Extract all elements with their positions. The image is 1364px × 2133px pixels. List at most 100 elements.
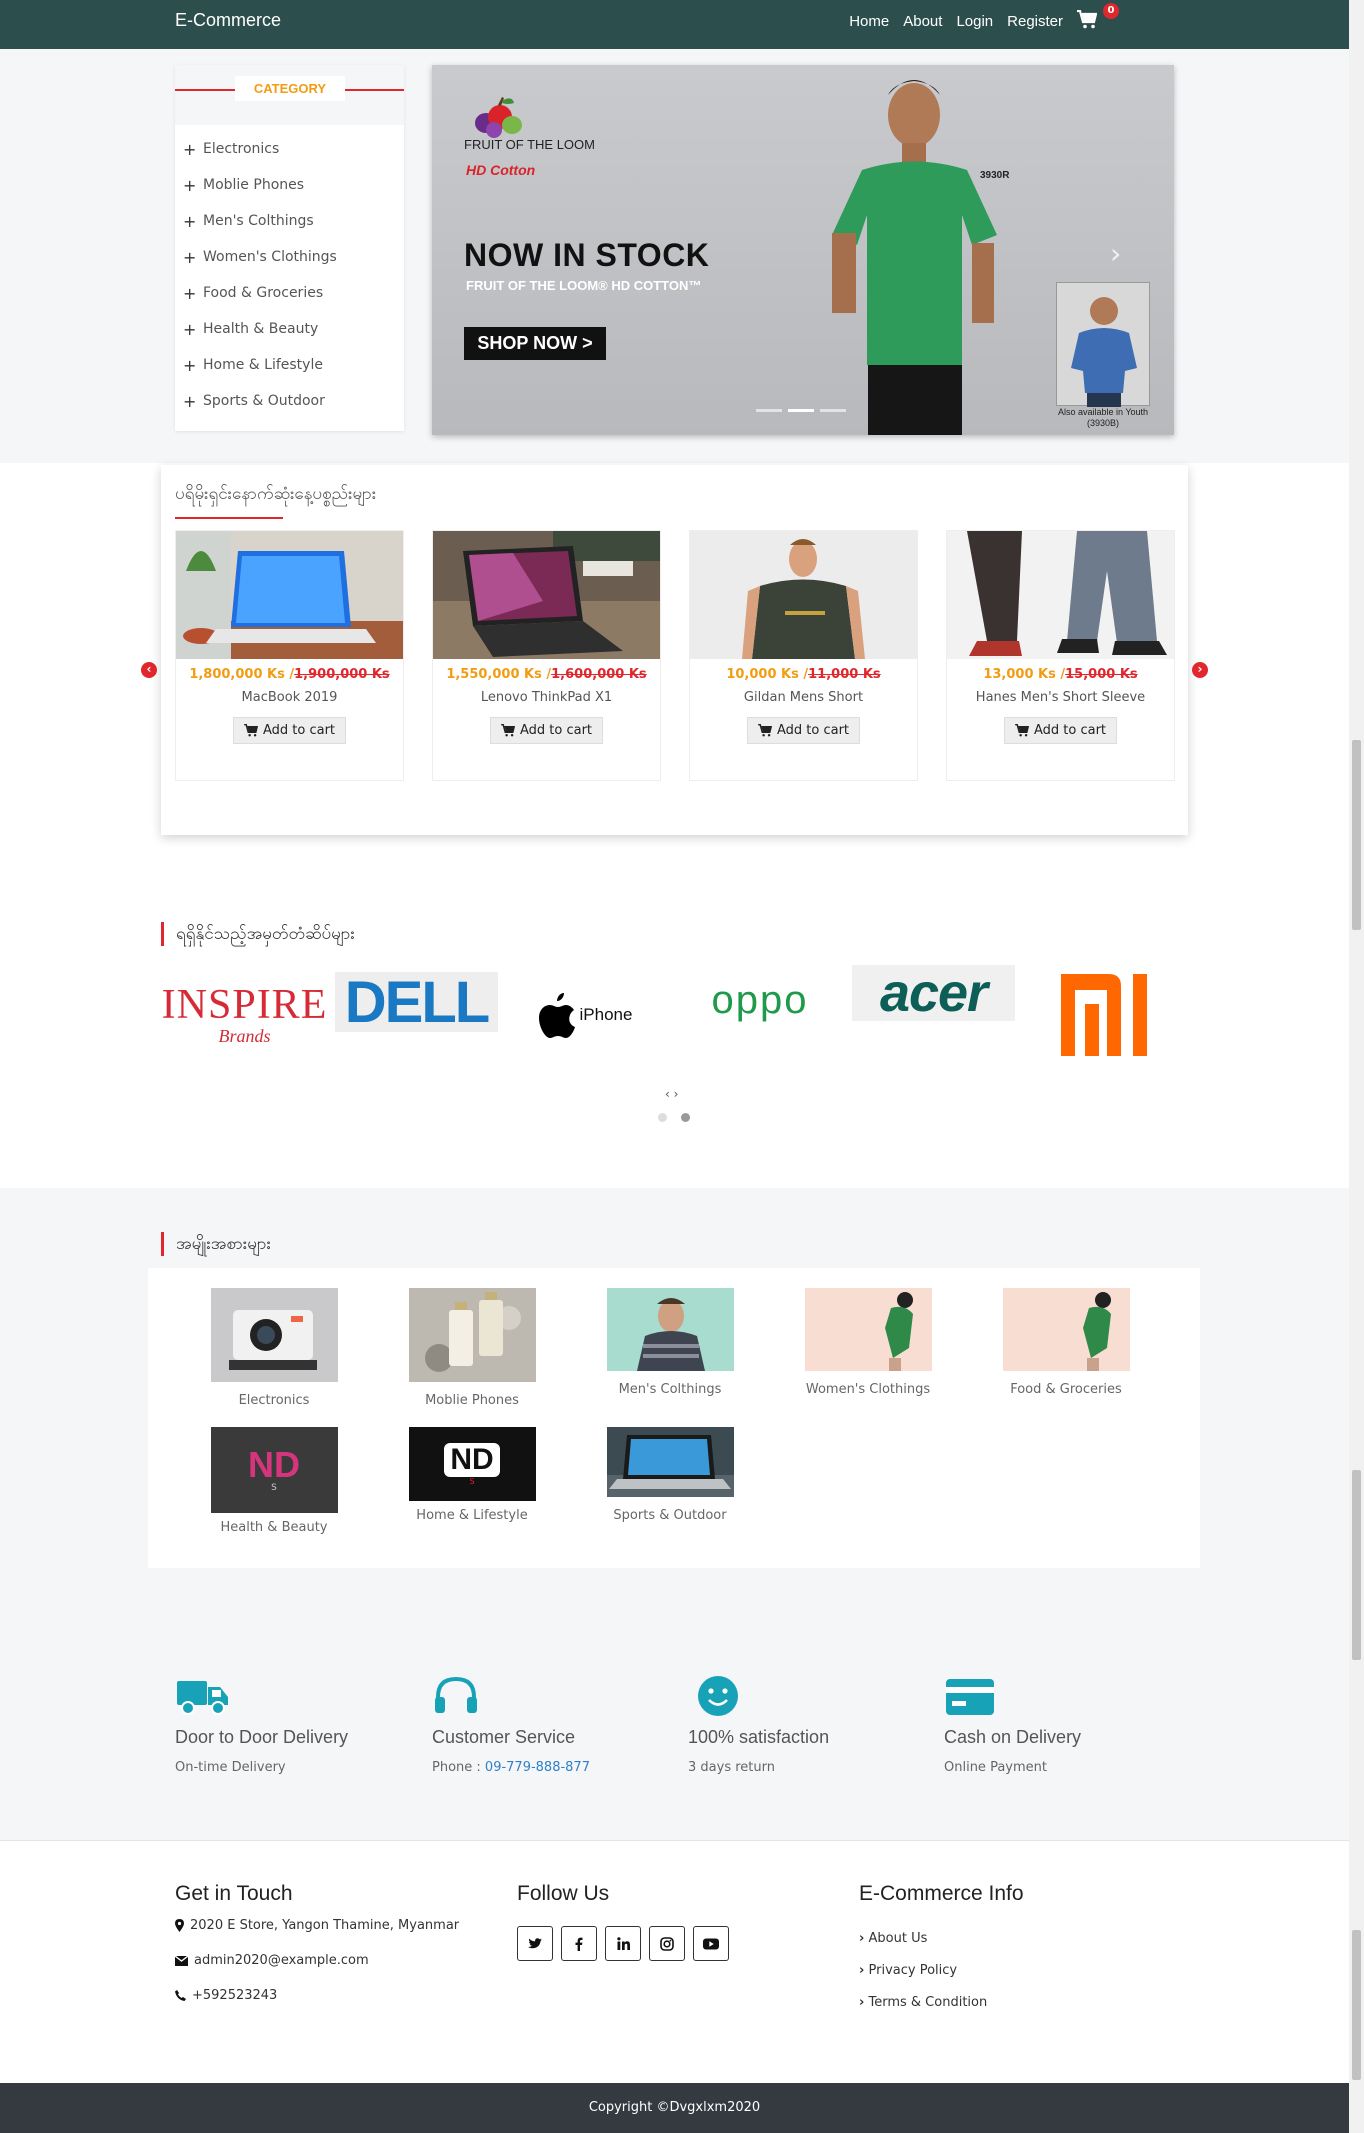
- category-card-home-lifestyle[interactable]: ND S Home & Lifestyle: [382, 1427, 562, 1523]
- shop-now-button[interactable]: SHOP NOW >: [464, 327, 606, 360]
- product-name: Gildan Mens Short: [743, 690, 864, 705]
- category-card-electronics[interactable]: Electronics: [184, 1288, 364, 1408]
- category-card-mens-clothing[interactable]: Men's Colthings: [580, 1288, 760, 1397]
- sidebar-item-health-beauty[interactable]: + Health & Beauty: [175, 311, 404, 347]
- brand-dell-text: DELL: [344, 969, 490, 1035]
- brand-logo-dell[interactable]: DELL: [335, 970, 498, 1035]
- youtube-button[interactable]: [693, 1926, 729, 1961]
- product-card[interactable]: 1,800,000 Ks /1,900,000 Ks MacBook 2019 …: [175, 530, 404, 781]
- product-card[interactable]: 13,000 Ks /15,000 Ks Hanes Men's Short S…: [946, 530, 1175, 781]
- add-to-cart-button[interactable]: Add to cart: [489, 717, 604, 744]
- brand-dot-2[interactable]: [681, 1113, 690, 1122]
- category-list: + Electronics + Moblie Phones + Men's Colth…: [175, 125, 404, 419]
- page-scrollbar[interactable]: [1349, 0, 1364, 2133]
- category-label: Home & Lifestyle: [416, 1508, 528, 1523]
- carousel-indicator-1[interactable]: [756, 409, 782, 412]
- carousel-next-button[interactable]: ›: [1110, 237, 1121, 270]
- footer-link-terms[interactable]: › Terms & Condition: [859, 1995, 987, 2010]
- brand-logo-mi[interactable]: mi: [1040, 972, 1170, 1057]
- youth-inset: [1056, 282, 1150, 407]
- brand-oppo-text: oppo: [711, 977, 809, 1022]
- product-price: 13,000 Ks /15,000 Ks: [983, 667, 1138, 682]
- footer-contact-title: Get in Touch: [175, 1882, 293, 1905]
- category-card-food-groceries[interactable]: Food & Groceries: [976, 1288, 1156, 1397]
- plus-icon: +: [183, 247, 197, 267]
- category-title: CATEGORY: [235, 76, 345, 101]
- category-header: CATEGORY: [175, 65, 404, 125]
- sidebar-item-home-lifestyle[interactable]: + Home & Lifestyle: [175, 347, 404, 383]
- instagram-button[interactable]: [649, 1926, 685, 1961]
- sidebar-item-womens-clothing[interactable]: + Women's Clothings: [175, 239, 404, 275]
- service-subtitle: Online Payment: [944, 1760, 1047, 1775]
- linkedin-button[interactable]: [605, 1926, 641, 1961]
- category-card-health-beauty[interactable]: ND S Health & Beauty: [184, 1427, 364, 1535]
- product-card[interactable]: 10,000 Ks /11,000 Ks Gildan Mens Short A…: [689, 530, 918, 781]
- category-card-womens-clothing[interactable]: Women's Clothings: [778, 1288, 958, 1397]
- category-card-mobile-phones[interactable]: Moblie Phones: [382, 1288, 562, 1408]
- add-to-cart-button[interactable]: Add to cart: [232, 717, 347, 744]
- sidebar-item-sports-outdoor[interactable]: + Sports & Outdoor: [175, 383, 404, 419]
- category-image-mens-clothing: [606, 1288, 734, 1371]
- nav-login[interactable]: Login: [956, 13, 993, 30]
- footer-address: 2020 E Store, Yangon Thamine, Myanmar: [175, 1918, 459, 1933]
- envelope-icon: [175, 1955, 188, 1966]
- carousel-indicator-3[interactable]: [820, 409, 846, 412]
- category-label: Electronics: [238, 1393, 310, 1408]
- cart-icon: [1015, 724, 1029, 737]
- brand-acer-text: acer: [879, 963, 988, 1023]
- bestseller-prev-button[interactable]: ‹: [141, 662, 157, 678]
- banner-subheadline: FRUIT OF THE LOOM® HD COTTON™: [466, 278, 702, 293]
- brand-logo-acer[interactable]: acer: [852, 963, 1015, 1023]
- add-to-cart-button[interactable]: Add to cart: [746, 717, 861, 744]
- hero-carousel[interactable]: FRUIT OF THE LOOM HD Cotton NOW IN STOCK…: [432, 65, 1174, 435]
- nav-home[interactable]: Home: [849, 13, 889, 30]
- brand-logo-iphone[interactable]: iPhone: [520, 970, 650, 1060]
- footer-email-text[interactable]: admin2020@example.com: [194, 1953, 369, 1968]
- footer-phone: +592523243: [175, 1988, 277, 2003]
- nav-register[interactable]: Register: [1007, 13, 1063, 30]
- mi-logo-icon: [1061, 973, 1147, 1056]
- category-sidebar: CATEGORY + Electronics + Moblie Phones + Me…: [175, 65, 404, 431]
- cart-button[interactable]: 0: [1077, 3, 1119, 32]
- bestseller-title-underline: [175, 517, 283, 519]
- plus-icon: +: [183, 319, 197, 339]
- nav-about[interactable]: About: [903, 13, 942, 30]
- product-image-hanes-pants: [947, 531, 1174, 659]
- sidebar-item-mobile-phones[interactable]: + Moblie Phones: [175, 167, 404, 203]
- phone-link[interactable]: 09-779-888-877: [485, 1760, 590, 1775]
- sidebar-item-label: Electronics: [203, 141, 280, 157]
- brand-logo[interactable]: E-Commerce: [175, 10, 281, 31]
- youtube-icon: [703, 1938, 719, 1949]
- category-card-sports-outdoor[interactable]: Sports & Outdoor: [580, 1427, 760, 1523]
- service-title: Door to Door Delivery: [175, 1727, 349, 1747]
- copyright-bar: Copyright ©Dvgxlxm2020: [0, 2083, 1349, 2133]
- brand-logo-inspire[interactable]: INSPIRE Brands: [162, 970, 327, 1060]
- twitter-button[interactable]: [517, 1926, 553, 1961]
- cart-count-badge: 0: [1103, 3, 1119, 19]
- brand-carousel-nav[interactable]: ‹ ›: [665, 1087, 678, 1101]
- sidebar-item-mens-clothing[interactable]: + Men's Colthings: [175, 203, 404, 239]
- category-image-mobile-phones: [408, 1288, 536, 1382]
- sidebar-item-electronics[interactable]: + Electronics: [175, 131, 404, 167]
- carousel-indicator-2[interactable]: [788, 409, 814, 412]
- add-to-cart-button[interactable]: Add to cart: [1003, 717, 1118, 744]
- product-old-price: 11,000 Ks: [808, 667, 881, 682]
- brand-dot-1[interactable]: [658, 1113, 667, 1122]
- nd-logo-sub: S: [469, 1476, 475, 1486]
- footer-link-about[interactable]: › About Us: [859, 1931, 927, 1946]
- brand-inspire-text: INSPIRE: [161, 981, 328, 1028]
- headphones-icon: [435, 1676, 477, 1713]
- cart-icon: [758, 724, 772, 737]
- scrollbar-thumb[interactable]: [1352, 740, 1361, 930]
- footer-link-privacy[interactable]: › Privacy Policy: [859, 1963, 957, 1978]
- sidebar-item-food-groceries[interactable]: + Food & Groceries: [175, 275, 404, 311]
- cart-icon: [1077, 9, 1098, 29]
- navbar: E-Commerce Home About Login Register 0: [0, 0, 1349, 49]
- smile-icon: [698, 1676, 738, 1716]
- facebook-button[interactable]: [561, 1926, 597, 1961]
- product-card[interactable]: 1,550,000 Ks /1,600,000 Ks Lenovo ThinkP…: [432, 530, 661, 781]
- category-image-electronics: [210, 1288, 338, 1382]
- bestseller-next-button[interactable]: ›: [1192, 662, 1208, 678]
- sidebar-item-label: Men's Colthings: [203, 213, 314, 229]
- brand-logo-oppo[interactable]: oppo: [680, 955, 840, 1045]
